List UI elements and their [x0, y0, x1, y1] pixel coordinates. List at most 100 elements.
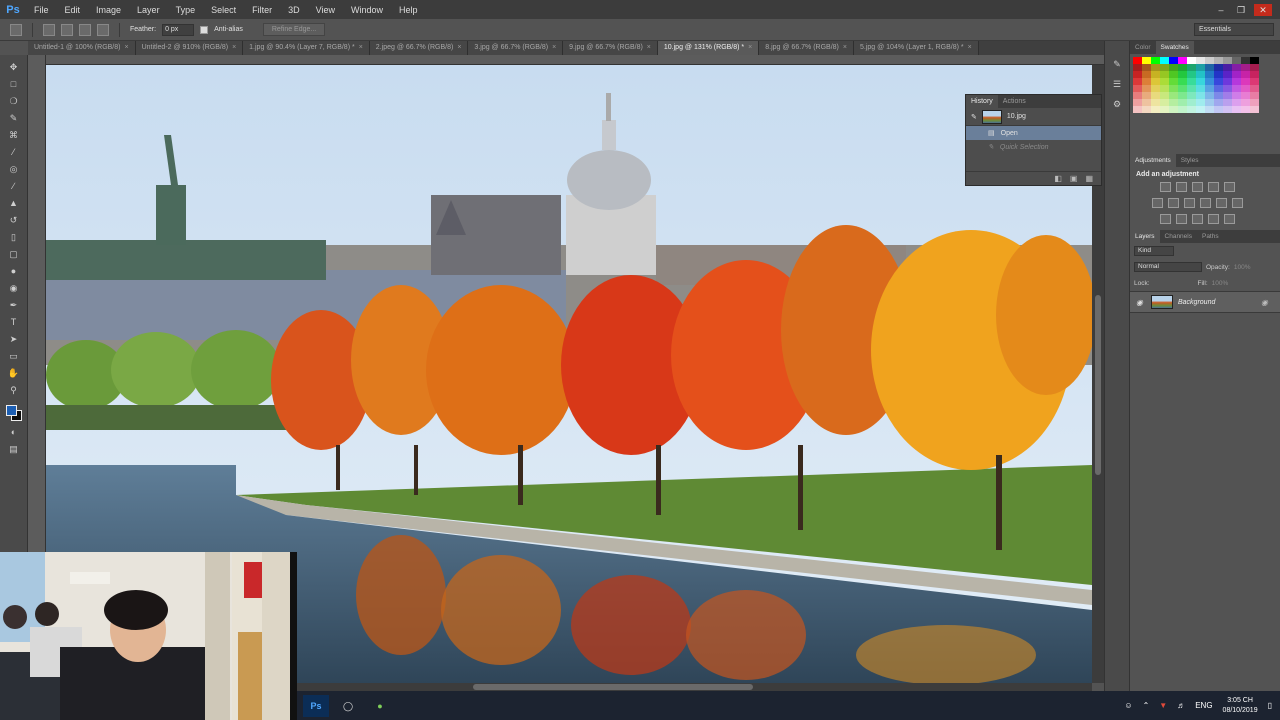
language-indicator[interactable]: ENG — [1195, 701, 1212, 710]
swatch[interactable] — [1250, 85, 1259, 92]
swatch[interactable] — [1160, 99, 1169, 106]
swatch[interactable] — [1133, 64, 1142, 71]
swatch[interactable] — [1196, 85, 1205, 92]
swatch[interactable] — [1133, 57, 1142, 64]
swatch[interactable] — [1151, 92, 1160, 99]
history-state[interactable]: ▤ Open — [966, 126, 1101, 140]
swatch[interactable] — [1205, 99, 1214, 106]
brush-tool-icon[interactable]: ∕ — [7, 180, 21, 192]
swatch[interactable] — [1196, 78, 1205, 85]
swatch[interactable] — [1142, 71, 1151, 78]
swatch[interactable] — [1232, 78, 1241, 85]
swatch[interactable] — [1142, 85, 1151, 92]
swatch[interactable] — [1223, 78, 1232, 85]
doc-tab[interactable]: 3.jpg @ 66.7% (RGB/8) × — [468, 41, 564, 55]
antivirus-icon[interactable]: ▼ — [1159, 701, 1167, 710]
intersect-selection-icon[interactable] — [97, 23, 109, 36]
swatch[interactable] — [1133, 106, 1142, 113]
menu-edit[interactable]: Edit — [57, 5, 89, 15]
notification-icon[interactable]: ▯ — [1268, 701, 1272, 710]
close-icon[interactable]: × — [124, 44, 128, 51]
swatch[interactable] — [1142, 106, 1151, 113]
swatch[interactable] — [1160, 85, 1169, 92]
quick-mask-icon[interactable]: ◐ — [7, 426, 21, 438]
swatch[interactable] — [1151, 64, 1160, 71]
swatch[interactable] — [1133, 85, 1142, 92]
volume-icon[interactable]: ♬ — [1177, 701, 1185, 710]
menu-select[interactable]: Select — [203, 5, 244, 15]
layer-filter-select[interactable]: Kind — [1134, 246, 1174, 256]
swatch[interactable] — [1196, 57, 1205, 64]
curves-icon[interactable] — [1192, 182, 1203, 192]
swatch[interactable] — [1250, 106, 1259, 113]
swatch[interactable] — [1205, 85, 1214, 92]
menu-file[interactable]: File — [26, 5, 57, 15]
marquee-tool-icon[interactable]: □ — [7, 78, 21, 90]
doc-tab-active[interactable]: 10.jpg @ 131% (RGB/8) * × — [657, 41, 760, 55]
swatch[interactable] — [1178, 85, 1187, 92]
history-brush-tool-icon[interactable]: ↺ — [7, 214, 21, 226]
menu-3d[interactable]: 3D — [280, 5, 308, 15]
menu-type[interactable]: Type — [168, 5, 204, 15]
swatch[interactable] — [1223, 106, 1232, 113]
selective-color-icon[interactable] — [1208, 214, 1219, 224]
swatch[interactable] — [1142, 92, 1151, 99]
close-icon[interactable]: × — [359, 44, 363, 51]
swatch[interactable] — [1169, 99, 1178, 106]
menu-layer[interactable]: Layer — [129, 5, 168, 15]
refine-edge-button[interactable]: Refine Edge... — [262, 23, 326, 36]
swatch[interactable] — [1223, 99, 1232, 106]
antialias-checkbox[interactable] — [200, 25, 209, 34]
layer-row[interactable]: ◉ Background ◉ — [1130, 291, 1280, 313]
crop-tool-icon[interactable]: ⌘ — [7, 129, 21, 141]
swatch[interactable] — [1187, 85, 1196, 92]
swatch[interactable] — [1151, 78, 1160, 85]
history-state[interactable]: ✎ Quick Selection — [966, 140, 1101, 154]
color-lookup-icon[interactable] — [1232, 198, 1243, 208]
swatch[interactable] — [1151, 85, 1160, 92]
swatch[interactable] — [1232, 85, 1241, 92]
swatch[interactable] — [1169, 78, 1178, 85]
swatch[interactable] — [1142, 64, 1151, 71]
swatch[interactable] — [1169, 106, 1178, 113]
swatch[interactable] — [1187, 57, 1196, 64]
swatch[interactable] — [1160, 57, 1169, 64]
swatch[interactable] — [1232, 64, 1241, 71]
swatch[interactable] — [1241, 57, 1250, 64]
swatch[interactable] — [1205, 106, 1214, 113]
swatch[interactable] — [1250, 57, 1259, 64]
lasso-tool-icon[interactable]: ❍ — [7, 95, 21, 107]
clone-stamp-tool-icon[interactable]: ▲ — [7, 197, 21, 209]
healing-brush-tool-icon[interactable]: ◎ — [7, 163, 21, 175]
swatch[interactable] — [1214, 78, 1223, 85]
tab-adjustments[interactable]: Adjustments — [1130, 154, 1176, 167]
swatch[interactable] — [1187, 92, 1196, 99]
screen-mode-icon[interactable]: ▤ — [7, 443, 21, 455]
swatch[interactable] — [1241, 78, 1250, 85]
swatch[interactable] — [1214, 57, 1223, 64]
swatch[interactable] — [1250, 71, 1259, 78]
eyedropper-tool-icon[interactable]: ⁄ — [7, 146, 21, 158]
close-icon[interactable]: × — [232, 44, 236, 51]
new-document-from-state-icon[interactable]: ◧ — [1054, 174, 1062, 183]
history-snapshot[interactable]: ✎ 10.jpg — [966, 108, 1101, 126]
swatch[interactable] — [1232, 71, 1241, 78]
swatch[interactable] — [1133, 71, 1142, 78]
tab-styles[interactable]: Styles — [1176, 154, 1204, 167]
swatch[interactable] — [1241, 106, 1250, 113]
foreground-color-swatch[interactable] — [5, 405, 17, 416]
doc-tab[interactable]: 5.jpg @ 104% (Layer 1, RGB/8) * × — [853, 41, 979, 55]
swatch[interactable] — [1232, 99, 1241, 106]
swatch[interactable] — [1196, 71, 1205, 78]
swatch[interactable] — [1169, 71, 1178, 78]
swatch[interactable] — [1214, 92, 1223, 99]
swatch[interactable] — [1223, 85, 1232, 92]
pen-tool-icon[interactable]: ✒ — [7, 299, 21, 311]
swatch[interactable] — [1178, 106, 1187, 113]
posterize-icon[interactable] — [1176, 214, 1187, 224]
tab-history[interactable]: History — [966, 95, 998, 108]
dodge-tool-icon[interactable]: ◉ — [7, 282, 21, 294]
eye-icon[interactable]: ◉ — [1136, 298, 1146, 307]
minimize-icon[interactable]: – — [1214, 4, 1228, 16]
swatch[interactable] — [1196, 92, 1205, 99]
